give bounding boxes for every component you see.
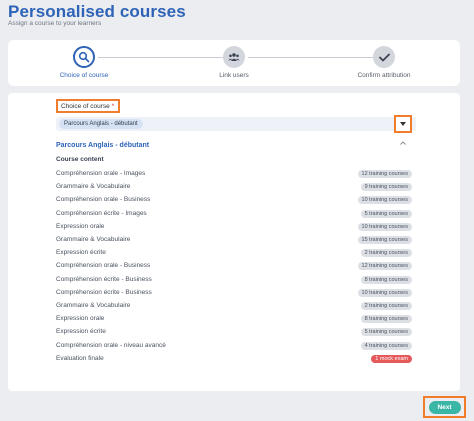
chevron-up-icon[interactable] — [400, 140, 406, 147]
step-choice-of-course[interactable]: Choice of course — [34, 46, 134, 79]
training-count-badge: 12 training courses — [357, 262, 412, 271]
list-item-label: Expression écrite — [56, 249, 106, 257]
list-item: Evaluation finale 1 mock exam — [56, 354, 412, 365]
course-selection-card: Choice of course * Parcours Anglais - dé… — [8, 93, 460, 391]
list-item: Grammaire & Vocabulaire 2 training course… — [56, 301, 412, 312]
search-icon — [73, 46, 95, 68]
training-count-badge: 2 training courses — [360, 302, 412, 310]
step-link-users[interactable]: Link users — [184, 46, 284, 79]
list-item-label: Expression orale — [56, 315, 105, 323]
next-button-highlight: Next — [423, 396, 466, 418]
required-marker: * — [111, 103, 115, 110]
list-item-label: Compréhension orale - Business — [56, 262, 151, 270]
list-item-label: Evaluation finale — [56, 354, 104, 362]
step-label: Choice of course — [59, 72, 109, 79]
next-button[interactable]: Next — [428, 400, 461, 414]
training-count-badge: 9 training courses — [360, 183, 412, 192]
step-label: Confirm attribution — [357, 72, 411, 79]
list-item: Expression orale 8 training courses — [56, 314, 412, 325]
caret-down-icon[interactable] — [394, 115, 412, 133]
training-count-badge: 10 training courses — [357, 196, 412, 205]
course-content-heading: Course content — [56, 156, 104, 163]
check-icon — [373, 46, 395, 68]
list-item-label: Compréhension orale - Images — [56, 170, 146, 177]
training-count-badge: 8 training courses — [360, 315, 412, 324]
course-select[interactable]: Parcours Anglais - débutant — [56, 117, 416, 131]
training-count-badge: 10 training courses — [357, 222, 412, 231]
list-item-label: Expression orale — [56, 222, 105, 230]
stepper: Choice of course Link users Confirm attr… — [8, 40, 460, 86]
list-item: Compréhension orale - Images 12 training … — [56, 169, 412, 180]
training-count-badge: 5 training courses — [360, 209, 412, 218]
training-count-badge: 10 training courses — [357, 288, 412, 297]
list-item: Expression orale 10 training courses — [56, 222, 412, 233]
list-item-label: Compréhension écrite - Business — [56, 275, 152, 283]
list-item: Compréhension écrite - Business 8 trainin… — [56, 275, 412, 286]
list-item: Grammaire & Vocabulaire 9 training course… — [56, 182, 412, 193]
page-title: Personalised courses — [8, 2, 186, 21]
step-label: Link users — [219, 72, 249, 79]
list-item-label: Grammaire & Vocabulaire — [56, 183, 131, 191]
course-name: Parcours Anglais - débutant — [56, 142, 150, 149]
training-count-badge: 12 training courses — [357, 170, 412, 178]
training-count-badge: 15 training courses — [357, 236, 412, 244]
list-item: Compréhension orale - Business 12 trainin… — [56, 261, 412, 272]
training-count-badge: 8 training courses — [360, 275, 412, 284]
field-label-text: Choice of course — [61, 103, 110, 110]
page-subtitle: Assign a course to your learners — [8, 20, 102, 27]
list-item-label: Expression écrite — [56, 328, 106, 336]
list-item: Compréhension écrite - Images 5 training … — [56, 209, 412, 220]
list-item-label: Compréhension écrite - Images — [56, 209, 147, 217]
mock-exam-badge: 1 mock exam — [371, 354, 412, 363]
training-count-badge: 5 training courses — [360, 328, 412, 337]
list-item: Grammaire & Vocabulaire 15 training cours… — [56, 235, 412, 246]
list-item: Compréhension écrite - Business 10 traini… — [56, 288, 412, 299]
training-count-badge: 4 training courses — [360, 341, 412, 350]
list-item: Compréhension orale - niveau avancé 4 tra… — [56, 341, 412, 352]
list-item-label: Compréhension orale - Business — [56, 196, 151, 204]
list-item-label: Grammaire & Vocabulaire — [56, 302, 131, 309]
training-count-badge: 2 training courses — [360, 249, 412, 258]
selected-course-chip[interactable]: Parcours Anglais - débutant — [59, 119, 143, 129]
list-item-label: Compréhension orale - niveau avancé — [56, 341, 166, 349]
choice-of-course-label: Choice of course * — [56, 99, 120, 113]
list-item-label: Grammaire & Vocabulaire — [56, 236, 131, 243]
users-icon — [223, 46, 245, 68]
list-item: Compréhension orale - Business 10 trainin… — [56, 195, 412, 206]
list-item: Expression écrite 5 training courses — [56, 327, 412, 338]
list-item: Expression écrite 2 training courses — [56, 248, 412, 259]
step-confirm-attribution[interactable]: Confirm attribution — [334, 46, 434, 79]
list-item-label: Compréhension écrite - Business — [56, 288, 152, 296]
